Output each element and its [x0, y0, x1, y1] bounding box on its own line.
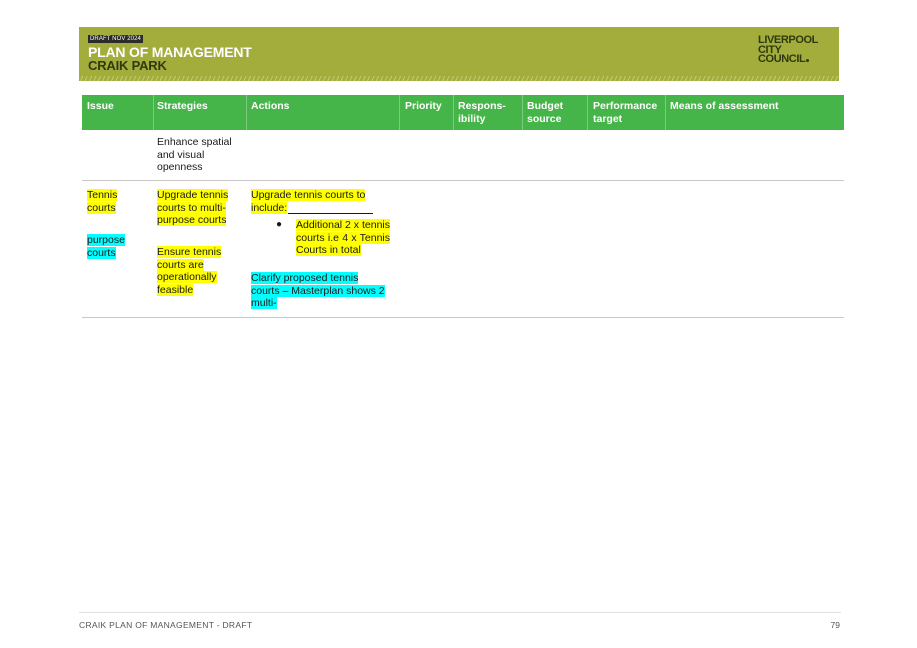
logo-dot-icon: [806, 59, 810, 62]
row-divider: [82, 317, 844, 318]
row2-action-note-text: Clarify proposed tennis courts – Masterp…: [251, 272, 385, 309]
header-divider: [453, 95, 454, 130]
header-divider: [522, 95, 523, 130]
column-header-means-of-assessment: Means of assessment: [670, 100, 779, 112]
column-header-performance-target: Performance target: [593, 100, 658, 125]
row2-action-intro-line-1: Upgrade tennis courts to: [251, 189, 366, 201]
row2-strategy-cell-1: Upgrade tennis courts to multi- purpose …: [157, 189, 243, 227]
column-header-responsibility: Respons- ibility: [458, 100, 506, 125]
document-subtitle: CRAIK PARK: [88, 58, 167, 73]
row2-issue-text-2: purpose courts: [87, 234, 125, 259]
row2-action-note-cell: Clarify proposed tennis courts – Masterp…: [251, 272, 397, 310]
row2-issue-cell: Tennis courts: [87, 189, 118, 214]
footer-divider: [79, 612, 841, 613]
column-header-priority: Priority: [405, 100, 442, 112]
header-divider: [587, 95, 588, 130]
banner-stripe: [79, 76, 839, 81]
column-header-actions: Actions: [251, 100, 290, 112]
bullet-dot-icon: ●: [276, 219, 283, 230]
column-header-budget-source: Budget source: [527, 100, 564, 125]
row2-action-bullet-cell: Additional 2 x tennis courts i.e 4 x Ten…: [296, 219, 390, 257]
table-header: Issue Strategies Actions Priority Respon…: [82, 95, 844, 130]
row2-action-intro-line-2: include:: [251, 201, 288, 214]
footer-page-number: 79: [830, 620, 840, 630]
column-header-strategies: Strategies: [157, 100, 208, 112]
row2-action-intro: Upgrade tennis courts to include:: [251, 189, 366, 214]
row1-strategy: Enhance spatial and visual openness: [157, 136, 232, 173]
document-title: PLAN OF MANAGEMENT: [88, 44, 252, 60]
row2-issue-text-1: Tennis courts: [87, 189, 118, 214]
column-header-issue: Issue: [87, 100, 114, 112]
logo-line-3: COUNCIL: [758, 53, 806, 65]
header-divider: [153, 95, 154, 130]
draft-tag: DRAFT NOV 2024: [88, 35, 143, 43]
council-logo: LIVERPOOL CITY COUNCIL: [758, 35, 828, 65]
header-divider: [246, 95, 247, 130]
row2-strategy-text-2: Ensure tennis courts are operationally f…: [157, 246, 222, 296]
row2-strategy-cell-2: Ensure tennis courts are operationally f…: [157, 246, 243, 296]
row-divider: [82, 180, 844, 181]
row2-issue-cell-2: purpose courts: [87, 234, 125, 259]
header-divider: [665, 95, 666, 130]
header-divider: [399, 95, 400, 130]
footer-document-name: CRAIK PLAN OF MANAGEMENT - DRAFT: [79, 620, 253, 630]
action-underline: [288, 213, 373, 214]
row2-strategy-text-1: Upgrade tennis courts to multi- purpose …: [157, 189, 229, 226]
document-banner: DRAFT NOV 2024 PLAN OF MANAGEMENT CRAIK …: [79, 27, 839, 81]
row2-action-bullet-text: Additional 2 x tennis courts i.e 4 x Ten…: [296, 219, 390, 256]
